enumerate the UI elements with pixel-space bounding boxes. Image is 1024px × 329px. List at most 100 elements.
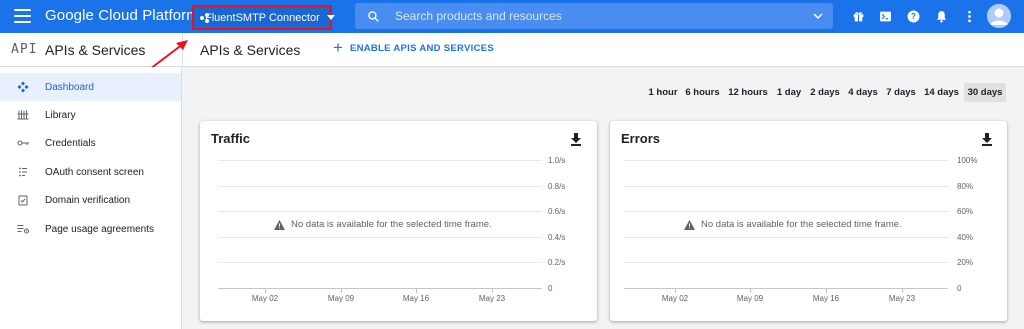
y-tick-label: 0 xyxy=(548,284,553,293)
x-tick-mark xyxy=(492,289,493,293)
y-tick-label: 0.8/s xyxy=(548,182,566,191)
download-icon[interactable] xyxy=(981,132,993,146)
section-title: APIs & Services xyxy=(45,42,146,58)
x-tick-mark xyxy=(750,289,751,293)
settings-list-icon xyxy=(16,222,30,236)
time-range-14-days[interactable]: 14 days xyxy=(922,83,961,102)
x-tick-label: May 09 xyxy=(327,294,355,303)
x-tick-label: May 16 xyxy=(402,294,430,303)
sidebar-item-dashboard[interactable]: Dashboard xyxy=(0,73,181,101)
grid-line xyxy=(624,160,948,161)
traffic-card: Traffic 1.0/s 0.8/s 0.6/s 0.4/s 0.2/s 0 … xyxy=(200,121,597,321)
project-name: FluentSMTP Connector xyxy=(205,11,320,24)
no-data-message: No data is available for the selected ti… xyxy=(274,219,492,230)
sidebar-item-label: Dashboard xyxy=(45,81,94,93)
grid-line xyxy=(624,186,948,187)
y-tick-label: 100% xyxy=(957,156,978,165)
enable-apis-button[interactable]: + ENABLE APIS AND SERVICES xyxy=(333,38,495,57)
no-data-message: No data is available for the selected ti… xyxy=(684,219,902,230)
time-range-1-day[interactable]: 1 day xyxy=(774,83,804,102)
x-tick-mark xyxy=(675,289,676,293)
consent-icon xyxy=(16,165,30,179)
time-range-12-hours[interactable]: 12 hours xyxy=(727,83,769,102)
grid-line xyxy=(218,211,542,212)
terminal-icon[interactable] xyxy=(877,8,893,24)
time-range-6-hours[interactable]: 6 hours xyxy=(684,83,721,102)
errors-card: Errors 100% 80% 60% 40% 20% 0 May 02 May… xyxy=(610,121,1007,321)
search-input[interactable] xyxy=(395,9,795,23)
sidebar-item-label: Credentials xyxy=(45,137,96,149)
time-range-7-days[interactable]: 7 days xyxy=(884,83,918,102)
y-tick-label: 0.4/s xyxy=(548,233,566,242)
no-data-text: No data is available for the selected ti… xyxy=(701,219,902,230)
x-tick-mark xyxy=(341,289,342,293)
enable-apis-label: ENABLE APIS AND SERVICES xyxy=(349,42,495,54)
grid-line xyxy=(624,262,948,263)
checkbox-icon xyxy=(16,193,30,207)
time-range-30-days[interactable]: 30 days xyxy=(964,83,1006,102)
sidebar-item-domain-verification[interactable]: Domain verification xyxy=(0,186,181,214)
x-tick-label: May 23 xyxy=(888,294,916,303)
svg-text:?: ? xyxy=(911,12,916,21)
time-range-4-days[interactable]: 4 days xyxy=(846,83,880,102)
sidebar-item-label: Library xyxy=(45,109,76,121)
y-tick-label: 80% xyxy=(957,182,974,191)
notifications-icon[interactable] xyxy=(933,8,949,24)
y-tick-label: 0 xyxy=(957,284,962,293)
x-tick-label: May 16 xyxy=(812,294,840,303)
y-tick-label: 0.6/s xyxy=(548,207,566,216)
top-app-bar: Google Cloud Platform FluentSMTP Connect… xyxy=(0,0,1024,33)
x-tick-label: May 02 xyxy=(251,294,279,303)
project-selector-button[interactable]: FluentSMTP Connector xyxy=(192,5,335,30)
x-tick-mark xyxy=(826,289,827,293)
plus-icon: + xyxy=(333,38,343,57)
y-tick-label: 0.2/s xyxy=(548,258,566,267)
sidebar-item-oauth-consent[interactable]: OAuth consent screen xyxy=(0,158,181,186)
x-axis-line xyxy=(218,288,542,289)
x-axis-line xyxy=(624,288,948,289)
sidebar-item-credentials[interactable]: Credentials xyxy=(0,129,181,157)
y-tick-label: 40% xyxy=(957,233,974,242)
search-bar[interactable] xyxy=(355,3,833,29)
page-title: APIs & Services xyxy=(200,42,301,58)
warning-icon xyxy=(274,219,285,230)
y-tick-label: 20% xyxy=(957,258,974,267)
expand-search-icon[interactable] xyxy=(812,10,824,22)
time-range-1-hour[interactable]: 1 hour xyxy=(646,83,680,102)
help-icon[interactable]: ? xyxy=(905,8,921,24)
x-tick-mark xyxy=(416,289,417,293)
library-icon xyxy=(16,108,30,122)
dashboard-icon xyxy=(16,80,30,94)
brand-title[interactable]: Google Cloud Platform xyxy=(45,7,199,24)
grid-line xyxy=(624,211,948,212)
grid-line xyxy=(624,237,948,238)
key-icon xyxy=(16,136,30,150)
card-title: Errors xyxy=(621,131,661,146)
x-tick-label: May 23 xyxy=(478,294,506,303)
grid-line xyxy=(218,237,542,238)
sidebar: Dashboard Library Credentials OAuth cons… xyxy=(0,67,182,329)
avatar[interactable] xyxy=(987,4,1011,28)
no-data-text: No data is available for the selected ti… xyxy=(291,219,492,230)
x-tick-mark xyxy=(902,289,903,293)
chevron-down-icon xyxy=(326,15,335,20)
download-icon[interactable] xyxy=(570,132,582,146)
grid-line xyxy=(218,186,542,187)
grid-line xyxy=(218,160,542,161)
menu-icon[interactable] xyxy=(14,9,31,23)
grid-line xyxy=(218,262,542,263)
sidebar-item-page-usage-agreements[interactable]: Page usage agreements xyxy=(0,215,181,243)
y-tick-label: 60% xyxy=(957,207,974,216)
search-icon xyxy=(368,10,379,22)
sidebar-item-library[interactable]: Library xyxy=(0,101,181,129)
x-tick-label: May 02 xyxy=(661,294,689,303)
y-tick-label: 1.0/s xyxy=(548,156,566,165)
sidebar-item-label: Page usage agreements xyxy=(45,223,154,235)
x-tick-mark xyxy=(265,289,266,293)
api-logo: API xyxy=(11,42,38,57)
gift-icon[interactable] xyxy=(850,8,866,24)
card-title: Traffic xyxy=(211,131,251,146)
more-vert-icon[interactable] xyxy=(961,8,977,24)
time-range-2-days[interactable]: 2 days xyxy=(808,83,842,102)
sidebar-item-label: OAuth consent screen xyxy=(45,166,144,178)
